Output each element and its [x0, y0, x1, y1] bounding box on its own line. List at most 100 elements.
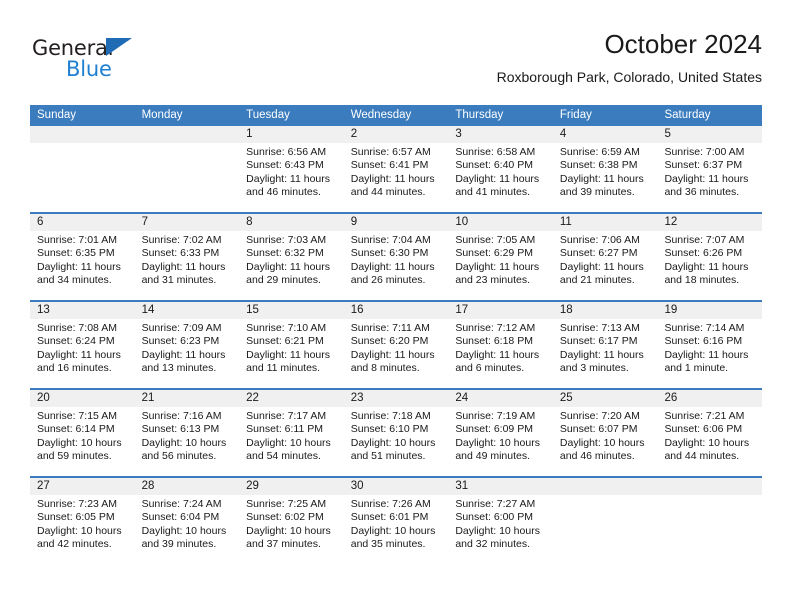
sunset-text: Sunset: 6:16 PM — [664, 335, 743, 348]
calendar-day-cell[interactable]: 27 Sunrise: 7:23 AM Sunset: 6:05 PM Dayligh… — [30, 478, 135, 564]
sunrise-text: Sunrise: 7:07 AM — [664, 234, 745, 246]
day-number — [552, 478, 658, 495]
daylight-text: Daylight: 11 hours and 21 minutes. — [559, 260, 644, 287]
day-number: 17 — [448, 302, 553, 319]
calendar-day-cell[interactable]: 11 Sunrise: 7:06 AM Sunset: 6:27 PM Dayligh… — [552, 214, 658, 300]
sunrise-text: Sunrise: 7:20 AM — [559, 410, 640, 422]
day-number: 24 — [448, 390, 553, 407]
daylight-text: Daylight: 10 hours and 46 minutes. — [559, 436, 645, 463]
logo-triangle-icon — [106, 38, 132, 56]
sunset-text: Sunset: 6:27 PM — [559, 247, 638, 260]
page-subtitle: Roxborough Park, Colorado, United States — [496, 69, 762, 85]
day-number: 23 — [343, 390, 449, 407]
sunset-text: Sunset: 6:14 PM — [37, 423, 115, 436]
day-info: Sunrise: 7:23 AM Sunset: 6:05 PM Daylight:… — [30, 495, 135, 552]
calendar-day-cell[interactable]: 7 Sunrise: 7:02 AM Sunset: 6:33 PM Daylight… — [134, 214, 240, 300]
sunrise-text: Sunrise: 7:10 AM — [246, 322, 327, 334]
sunset-text: Sunset: 6:18 PM — [455, 335, 533, 348]
calendar-day-cell[interactable]: 15 Sunrise: 7:10 AM Sunset: 6:21 PM Dayligh… — [239, 302, 344, 388]
calendar-day-cell[interactable]: 18 Sunrise: 7:13 AM Sunset: 6:17 PM Dayligh… — [552, 302, 658, 388]
calendar-day-cell[interactable]: 17 Sunrise: 7:12 AM Sunset: 6:18 PM Dayligh… — [448, 302, 553, 388]
sunrise-text: Sunrise: 7:21 AM — [664, 410, 745, 422]
sunset-text: Sunset: 6:33 PM — [141, 247, 220, 260]
calendar-day-cell[interactable]: 6 Sunrise: 7:01 AM Sunset: 6:35 PM Daylight… — [30, 214, 135, 300]
day-info: Sunrise: 6:56 AM Sunset: 6:43 PM Daylight:… — [239, 143, 344, 200]
day-info: Sunrise: 7:17 AM Sunset: 6:11 PM Daylight:… — [239, 407, 344, 464]
sunset-text: Sunset: 6:41 PM — [350, 159, 429, 172]
calendar-day-cell[interactable]: 26 Sunrise: 7:21 AM Sunset: 6:06 PM Dayligh… — [657, 390, 763, 476]
day-info: Sunrise: 6:57 AM Sunset: 6:41 PM Daylight:… — [344, 143, 449, 200]
day-number: 30 — [343, 478, 449, 495]
day-info: Sunrise: 6:59 AM Sunset: 6:38 PM Daylight:… — [553, 143, 658, 200]
daylight-text: Daylight: 10 hours and 54 minutes. — [246, 436, 331, 463]
weekday-header-friday: Friday — [559, 109, 592, 121]
calendar-day-cell[interactable]: 20 Sunrise: 7:15 AM Sunset: 6:14 PM Dayligh… — [30, 390, 135, 476]
day-number: 28 — [134, 478, 240, 495]
calendar-day-cell[interactable]: 1 Sunrise: 6:56 AM Sunset: 6:43 PM Daylight… — [239, 126, 344, 212]
day-number: 22 — [239, 390, 344, 407]
daylight-text: Daylight: 10 hours and 42 minutes. — [37, 524, 122, 551]
sunset-text: Sunset: 6:02 PM — [246, 511, 324, 524]
sunset-text: Sunset: 6:06 PM — [664, 423, 743, 436]
day-number: 9 — [343, 214, 449, 231]
sunset-text: Sunset: 6:26 PM — [664, 247, 743, 260]
day-info: Sunrise: 7:00 AM Sunset: 6:37 PM Daylight:… — [657, 143, 762, 200]
daylight-text: Daylight: 11 hours and 39 minutes. — [559, 172, 644, 199]
calendar-day-cell[interactable]: 29 Sunrise: 7:25 AM Sunset: 6:02 PM Dayligh… — [239, 478, 344, 564]
calendar-day-cell[interactable]: 9 Sunrise: 7:04 AM Sunset: 6:30 PM Daylight… — [343, 214, 449, 300]
calendar-weeks: 1 Sunrise: 6:56 AM Sunset: 6:43 PM Daylight… — [30, 126, 763, 564]
calendar-day-cell[interactable]: 5 Sunrise: 7:00 AM Sunset: 6:37 PM Daylight… — [657, 126, 763, 212]
daylight-text: Daylight: 11 hours and 13 minutes. — [141, 348, 226, 375]
calendar-day-cell[interactable]: 22 Sunrise: 7:17 AM Sunset: 6:11 PM Dayligh… — [239, 390, 344, 476]
calendar-day-cell[interactable]: 24 Sunrise: 7:19 AM Sunset: 6:09 PM Dayligh… — [448, 390, 553, 476]
day-number: 13 — [30, 302, 135, 319]
day-info: Sunrise: 7:12 AM Sunset: 6:18 PM Daylight:… — [448, 319, 553, 376]
calendar-day-cell[interactable]: 31 Sunrise: 7:27 AM Sunset: 6:00 PM Dayligh… — [448, 478, 553, 564]
day-number: 6 — [30, 214, 135, 231]
calendar-day-cell[interactable]: 25 Sunrise: 7:20 AM Sunset: 6:07 PM Dayligh… — [552, 390, 658, 476]
day-number: 3 — [448, 126, 553, 143]
calendar-day-cell[interactable]: 16 Sunrise: 7:11 AM Sunset: 6:20 PM Dayligh… — [343, 302, 449, 388]
day-number: 20 — [30, 390, 135, 407]
calendar-day-cell[interactable]: 28 Sunrise: 7:24 AM Sunset: 6:04 PM Dayligh… — [134, 478, 240, 564]
daylight-text: Daylight: 11 hours and 31 minutes. — [141, 260, 226, 287]
daylight-text: Daylight: 11 hours and 6 minutes. — [455, 348, 540, 375]
calendar-day-cell[interactable]: 10 Sunrise: 7:05 AM Sunset: 6:29 PM Dayligh… — [448, 214, 553, 300]
general-blue-logo[interactable]: General Blue — [32, 36, 162, 82]
weekday-header-sunday: Sunday — [37, 109, 77, 121]
day-number: 29 — [239, 478, 344, 495]
sunset-text: Sunset: 6:11 PM — [246, 423, 324, 436]
weekday-header-saturday: Saturday — [664, 109, 711, 121]
calendar-day-cell[interactable]: 2 Sunrise: 6:57 AM Sunset: 6:41 PM Daylight… — [343, 126, 449, 212]
calendar-day-cell[interactable]: 30 Sunrise: 7:26 AM Sunset: 6:01 PM Dayligh… — [343, 478, 449, 564]
day-number: 27 — [30, 478, 135, 495]
sunrise-text: Sunrise: 7:01 AM — [37, 234, 117, 246]
calendar-day-cell[interactable]: 4 Sunrise: 6:59 AM Sunset: 6:38 PM Daylight… — [552, 126, 658, 212]
sunset-text: Sunset: 6:17 PM — [559, 335, 638, 348]
day-number: 15 — [239, 302, 344, 319]
day-number: 12 — [657, 214, 763, 231]
calendar-day-cell[interactable]: 8 Sunrise: 7:03 AM Sunset: 6:32 PM Daylight… — [239, 214, 344, 300]
sunset-text: Sunset: 6:07 PM — [559, 423, 638, 436]
daylight-text: Daylight: 10 hours and 39 minutes. — [141, 524, 227, 551]
day-number: 2 — [343, 126, 449, 143]
calendar-day-cell[interactable]: 12 Sunrise: 7:07 AM Sunset: 6:26 PM Dayligh… — [657, 214, 763, 300]
calendar-day-cell[interactable]: 14 Sunrise: 7:09 AM Sunset: 6:23 PM Dayligh… — [134, 302, 240, 388]
sunrise-text: Sunrise: 7:13 AM — [559, 322, 640, 334]
daylight-text: Daylight: 11 hours and 29 minutes. — [246, 260, 331, 287]
calendar-day-cell[interactable]: 3 Sunrise: 6:58 AM Sunset: 6:40 PM Daylight… — [448, 126, 553, 212]
day-info: Sunrise: 7:20 AM Sunset: 6:07 PM Daylight:… — [553, 407, 658, 464]
calendar-page: General Blue October 2024 Roxborough Par… — [0, 0, 792, 612]
calendar-day-cell-empty — [134, 126, 240, 212]
calendar-day-cell[interactable]: 23 Sunrise: 7:18 AM Sunset: 6:10 PM Dayligh… — [343, 390, 449, 476]
title-block: October 2024 Roxborough Park, Colorado, … — [497, 28, 762, 86]
day-number — [657, 478, 763, 495]
calendar-day-cell[interactable]: 19 Sunrise: 7:14 AM Sunset: 6:16 PM Dayligh… — [657, 302, 763, 388]
day-number — [30, 126, 135, 143]
calendar-day-cell[interactable]: 21 Sunrise: 7:16 AM Sunset: 6:13 PM Dayligh… — [134, 390, 240, 476]
sunset-text: Sunset: 6:40 PM — [455, 159, 533, 172]
day-info: Sunrise: 7:24 AM Sunset: 6:04 PM Daylight:… — [135, 495, 240, 552]
daylight-text: Daylight: 10 hours and 51 minutes. — [350, 436, 436, 463]
calendar-day-cell[interactable]: 13 Sunrise: 7:08 AM Sunset: 6:24 PM Dayligh… — [30, 302, 135, 388]
daylight-text: Daylight: 11 hours and 44 minutes. — [350, 172, 435, 199]
